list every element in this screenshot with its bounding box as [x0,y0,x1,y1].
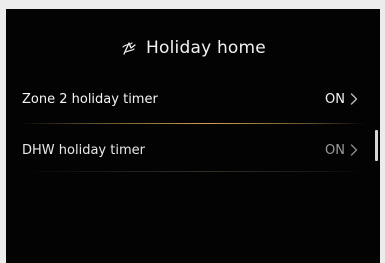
setting-label: Zone 2 holiday timer [22,91,158,107]
setting-label: DHW holiday timer [22,142,145,158]
setting-status-text: ON [325,91,345,107]
setting-value: ON [325,92,358,107]
setting-row-zone2-holiday-timer[interactable]: Zone 2 holiday timer ON [6,80,380,118]
scrollbar-thumb[interactable] [375,130,378,161]
page-title: Holiday home [146,38,266,58]
holiday-icon [120,39,138,57]
device-frame: Holiday home Zone 2 holiday timer ON DHW… [0,0,385,263]
chevron-right-icon [350,144,358,156]
chevron-right-icon [350,93,358,105]
row-divider [20,171,366,172]
setting-row-dhw-holiday-timer[interactable]: DHW holiday timer ON [6,131,380,169]
display-screen: Holiday home Zone 2 holiday timer ON DHW… [6,9,380,263]
setting-value: ON [325,143,358,158]
setting-status-text: ON [325,142,345,158]
row-divider-selected [20,123,366,124]
page-header: Holiday home [6,35,380,61]
